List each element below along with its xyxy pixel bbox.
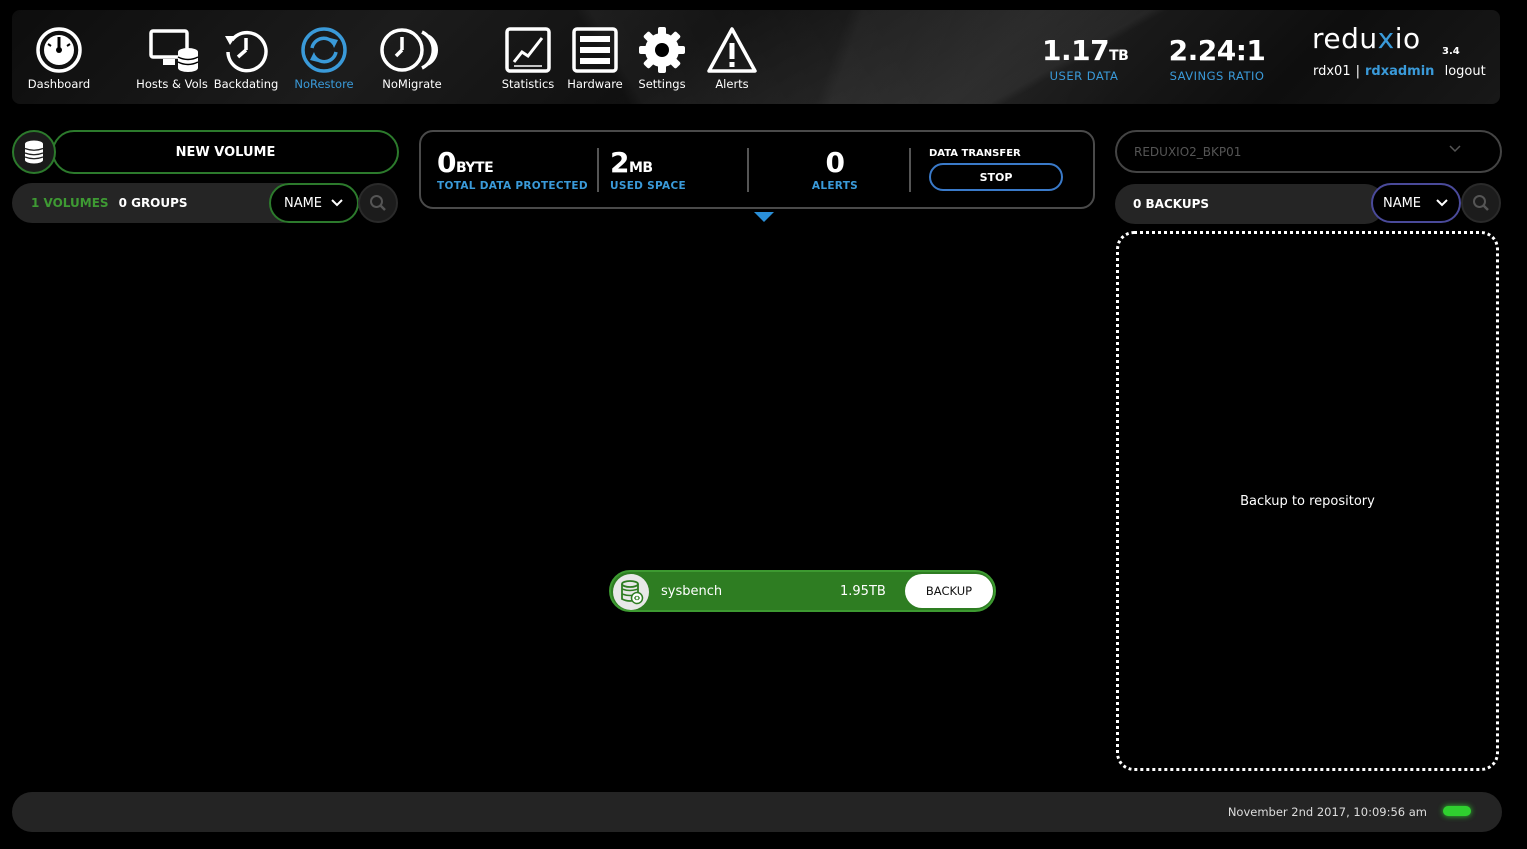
drop-zone-text: Backup to repository xyxy=(1240,493,1375,509)
new-volume-label: NEW VOLUME xyxy=(175,144,276,160)
nav-label: NoRestore xyxy=(294,77,354,91)
panel-expand-caret-icon[interactable] xyxy=(754,212,774,222)
status-footer: November 2nd 2017, 10:09:56 am xyxy=(12,792,1502,832)
nav-alerts[interactable]: Alerts xyxy=(704,26,760,91)
volumes-count[interactable]: 1 VOLUMES xyxy=(31,196,109,210)
groups-count[interactable]: 0 GROUPS xyxy=(119,196,188,210)
savings-ratio-label: SAVINGS RATIO xyxy=(1169,69,1265,83)
chevron-down-icon xyxy=(1449,145,1461,153)
search-icon xyxy=(370,195,386,211)
backup-sort-dropdown[interactable]: NAME xyxy=(1371,183,1461,223)
search-icon xyxy=(1473,195,1489,211)
backups-count: 0 BACKUPS xyxy=(1133,197,1210,211)
monitor-database-icon xyxy=(149,29,199,72)
sort-label: NAME xyxy=(283,195,323,211)
nav-dashboard[interactable]: Dashboard xyxy=(26,26,92,91)
logout-link[interactable]: logout xyxy=(1445,64,1486,79)
clock-double-icon xyxy=(380,28,438,72)
alerts-value: 0 xyxy=(825,146,845,179)
volume-search-button[interactable] xyxy=(358,183,398,223)
volume-sort-dropdown[interactable]: NAME xyxy=(269,183,359,223)
nav-label: Hardware xyxy=(567,77,623,91)
user-data-stat: 1.17TB USER DATA xyxy=(1042,34,1129,83)
alerts-label: ALERTS xyxy=(811,180,859,192)
sort-label: NAME xyxy=(1382,195,1422,211)
nav-norestore[interactable]: NoRestore xyxy=(290,26,358,91)
divider xyxy=(909,148,911,192)
speedometer-icon xyxy=(36,27,82,73)
user-data-label: USER DATA xyxy=(1049,69,1119,83)
user-data-unit: TB xyxy=(1109,48,1129,64)
nav-hardware[interactable]: Hardware xyxy=(564,26,626,91)
nav-settings[interactable]: Settings xyxy=(634,26,690,91)
repository-select[interactable]: REDUXIO2_BKP01 xyxy=(1115,130,1502,173)
user-data-value: 1.17 xyxy=(1042,34,1110,67)
nav-nomigrate[interactable]: NoMigrate xyxy=(372,26,452,91)
divider xyxy=(597,148,599,192)
nav-label: Hosts & Vols xyxy=(136,77,208,91)
total-protected-stat: 0BYTE TOTAL DATA PROTECTED xyxy=(437,146,588,192)
new-volume-button[interactable]: NEW VOLUME xyxy=(52,130,399,174)
volume-count-bar: 1 VOLUMES 0 GROUPS xyxy=(12,183,302,223)
used-space-stat: 2MB USED SPACE xyxy=(610,146,686,192)
clock-history-icon xyxy=(225,30,268,73)
savings-ratio-stat: 2.24:1 SAVINGS RATIO xyxy=(1162,34,1272,83)
volume-stack-icon xyxy=(12,130,56,174)
backup-count-bar: 0 BACKUPS xyxy=(1115,184,1385,224)
system-name: rdx01 xyxy=(1313,64,1351,79)
username-link[interactable]: rdxadmin xyxy=(1365,64,1434,79)
top-navigation-bar: Dashboard Hosts & Vols Backdating NoRest… xyxy=(12,10,1500,104)
status-led-icon xyxy=(1443,806,1471,816)
nav-label: Dashboard xyxy=(27,77,91,91)
repository-selected: REDUXIO2_BKP01 xyxy=(1134,144,1242,159)
volume-name: sysbench xyxy=(661,584,723,599)
stop-label: STOP xyxy=(979,170,1013,184)
volume-size: 1.95TB xyxy=(840,584,886,599)
alerts-stat: 0 ALERTS xyxy=(797,146,873,192)
gear-icon xyxy=(639,27,685,73)
backup-button[interactable]: BACKUP xyxy=(905,574,993,608)
warning-icon xyxy=(707,27,757,73)
chevron-down-icon xyxy=(1436,199,1448,207)
backup-label: BACKUP xyxy=(925,584,973,598)
nav-statistics[interactable]: Statistics xyxy=(498,26,558,91)
server-rack-icon xyxy=(572,27,618,73)
backup-search-button[interactable] xyxy=(1461,183,1501,223)
divider xyxy=(747,148,749,192)
volume-row[interactable]: sysbench 1.95TB BACKUP xyxy=(609,570,996,612)
nav-hosts-vols[interactable]: Hosts & Vols xyxy=(134,26,210,91)
refresh-cycle-icon xyxy=(301,27,347,73)
savings-ratio-value: 2.24:1 xyxy=(1168,34,1266,67)
data-transfer-label: DATA TRANSFER xyxy=(929,148,1021,159)
nav-label: NoMigrate xyxy=(382,77,442,91)
nav-backdating[interactable]: Backdating xyxy=(212,26,280,91)
brand-logo: reduxio xyxy=(1312,22,1421,55)
user-info: rdx01 | rdxadmin logout xyxy=(1313,64,1486,79)
volume-database-icon xyxy=(613,574,649,610)
used-space-label: USED SPACE xyxy=(610,180,686,192)
footer-timestamp: November 2nd 2017, 10:09:56 am xyxy=(1227,805,1427,819)
total-protected-label: TOTAL DATA PROTECTED xyxy=(437,180,588,192)
backup-drop-zone[interactable]: Backup to repository xyxy=(1116,231,1499,771)
chevron-down-icon xyxy=(331,199,343,207)
nav-label: Statistics xyxy=(501,77,555,91)
stop-transfer-button[interactable]: STOP xyxy=(929,163,1063,191)
nav-label: Backdating xyxy=(213,77,279,91)
nav-label: Alerts xyxy=(715,77,749,91)
line-chart-icon xyxy=(505,27,551,73)
version-label: 3.4 xyxy=(1442,46,1460,57)
protection-stats-panel: 0BYTE TOTAL DATA PROTECTED 2MB USED SPAC… xyxy=(419,130,1095,209)
nav-label: Settings xyxy=(638,77,686,91)
